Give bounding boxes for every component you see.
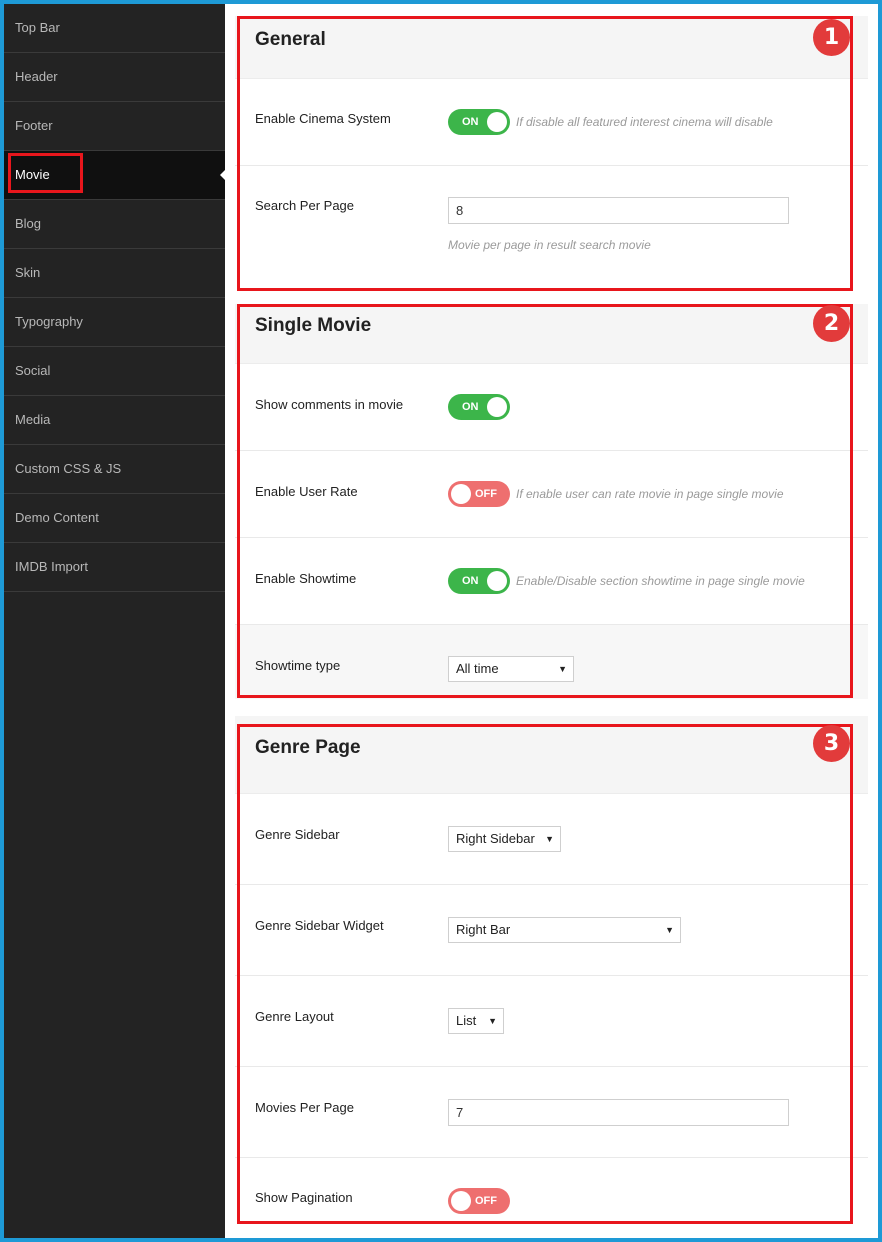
toggle-state: OFF bbox=[475, 1195, 497, 1207]
dropdown-arrow-icon: ▼ bbox=[558, 664, 567, 674]
setting-row-movies-per-page: Movies Per Page 7 bbox=[235, 1067, 868, 1158]
setting-row-genre-sidebar-widget: Genre Sidebar Widget Right Bar ▼ bbox=[235, 885, 868, 976]
section-general: General Enable Cinema System ON If disab… bbox=[235, 16, 868, 288]
annotation-badge-2: 2 bbox=[813, 305, 850, 342]
showtime-type-select[interactable]: All time ▼ bbox=[448, 656, 574, 682]
select-value: Right Sidebar bbox=[456, 831, 535, 846]
section-genre-page: Genre Page Genre Sidebar Right Sidebar ▼… bbox=[235, 716, 868, 1228]
dropdown-arrow-icon: ▼ bbox=[545, 834, 554, 844]
select-value: Right Bar bbox=[456, 922, 511, 937]
select-value: List bbox=[456, 1013, 477, 1028]
toggle-state: ON bbox=[462, 401, 479, 413]
genre-layout-select[interactable]: List ▼ bbox=[448, 1008, 504, 1034]
setting-hint: If enable user can rate movie in page si… bbox=[516, 487, 784, 501]
setting-label: Enable Cinema System bbox=[255, 111, 391, 126]
sidebar-item-label: Custom CSS & JS bbox=[15, 461, 122, 476]
sidebar-item-social[interactable]: Social bbox=[4, 347, 225, 396]
sidebar-item-label: Footer bbox=[15, 118, 53, 133]
sidebar-item-blog[interactable]: Blog bbox=[4, 200, 225, 249]
toggle-state: OFF bbox=[475, 488, 497, 500]
setting-row-search-per-page: Search Per Page 8 Movie per page in resu… bbox=[235, 166, 868, 288]
toggle-knob bbox=[487, 571, 507, 591]
genre-sidebar-select[interactable]: Right Sidebar ▼ bbox=[448, 826, 561, 852]
section-single-movie: Single Movie Show comments in movie ON E… bbox=[235, 304, 868, 699]
sidebar-item-label: Header bbox=[15, 69, 58, 84]
setting-label: Show Pagination bbox=[255, 1190, 353, 1205]
setting-label: Showtime type bbox=[255, 658, 341, 673]
genre-sidebar-widget-select[interactable]: Right Bar ▼ bbox=[448, 917, 681, 943]
toggle-state: ON bbox=[462, 575, 479, 587]
options-sidebar: Top Bar Header Footer Movie Blog Skin Ty… bbox=[4, 4, 225, 1238]
showtime-toggle[interactable]: ON bbox=[448, 568, 510, 594]
sidebar-item-label: IMDB Import bbox=[15, 559, 88, 574]
setting-label: Genre Sidebar bbox=[255, 827, 340, 842]
select-value: All time bbox=[456, 661, 499, 676]
sidebar-item-footer[interactable]: Footer bbox=[4, 102, 225, 151]
setting-hint: Movie per page in result search movie bbox=[448, 238, 651, 252]
search-per-page-input[interactable]: 8 bbox=[448, 197, 789, 224]
setting-hint: Enable/Disable section showtime in page … bbox=[516, 574, 805, 588]
app-frame: Top Bar Header Footer Movie Blog Skin Ty… bbox=[4, 4, 878, 1238]
section-title: General bbox=[235, 16, 868, 79]
sidebar-item-typography[interactable]: Typography bbox=[4, 298, 225, 347]
show-pagination-toggle[interactable]: OFF bbox=[448, 1188, 510, 1214]
sidebar-item-header[interactable]: Header bbox=[4, 53, 225, 102]
toggle-knob bbox=[451, 1191, 471, 1211]
user-rate-toggle[interactable]: OFF bbox=[448, 481, 510, 507]
setting-label: Enable User Rate bbox=[255, 484, 358, 499]
setting-row-enable-cinema: Enable Cinema System ON If disable all f… bbox=[235, 79, 868, 166]
setting-row-user-rate: Enable User Rate OFF If enable user can … bbox=[235, 451, 868, 538]
dropdown-arrow-icon: ▼ bbox=[665, 925, 674, 935]
setting-label: Genre Sidebar Widget bbox=[255, 918, 384, 933]
movie-highlight-box bbox=[8, 153, 83, 193]
setting-label: Movies Per Page bbox=[255, 1100, 354, 1115]
sidebar-item-demo-content[interactable]: Demo Content bbox=[4, 494, 225, 543]
sidebar-item-label: Social bbox=[15, 363, 51, 378]
toggle-knob bbox=[451, 484, 471, 504]
show-comments-toggle[interactable]: ON bbox=[448, 394, 510, 420]
annotation-badge-1: 1 bbox=[813, 19, 850, 56]
setting-label: Search Per Page bbox=[255, 198, 355, 213]
sidebar-item-label: Skin bbox=[15, 265, 41, 280]
sidebar-item-movie[interactable]: Movie bbox=[4, 151, 225, 200]
sidebar-item-imdb-import[interactable]: IMDB Import bbox=[4, 543, 225, 592]
setting-label: Genre Layout bbox=[255, 1009, 334, 1024]
sidebar-item-media[interactable]: Media bbox=[4, 396, 225, 445]
sidebar-item-label: Media bbox=[15, 412, 51, 427]
sidebar-item-label: Typography bbox=[15, 314, 83, 329]
options-content: General Enable Cinema System ON If disab… bbox=[225, 4, 878, 1238]
sidebar-item-label: Blog bbox=[15, 216, 42, 231]
setting-row-showtime-type: Showtime type All time ▼ bbox=[235, 625, 868, 699]
setting-row-genre-sidebar: Genre Sidebar Right Sidebar ▼ bbox=[235, 794, 868, 885]
sidebar-item-label: Demo Content bbox=[15, 510, 99, 525]
section-title: Single Movie bbox=[235, 304, 868, 364]
sidebar-item-top-bar[interactable]: Top Bar bbox=[4, 4, 225, 53]
sidebar-item-custom-css-js[interactable]: Custom CSS & JS bbox=[4, 445, 225, 494]
sidebar-item-label: Top Bar bbox=[15, 20, 60, 35]
setting-row-showtime: Enable Showtime ON Enable/Disable sectio… bbox=[235, 538, 868, 625]
annotation-badge-3: 3 bbox=[813, 725, 850, 762]
toggle-state: ON bbox=[462, 116, 479, 128]
setting-hint: If disable all featured interest cinema … bbox=[516, 115, 773, 129]
setting-row-show-comments: Show comments in movie ON bbox=[235, 364, 868, 451]
section-title: Genre Page bbox=[235, 716, 868, 794]
enable-cinema-toggle[interactable]: ON bbox=[448, 109, 510, 135]
movies-per-page-input[interactable]: 7 bbox=[448, 1099, 789, 1126]
toggle-knob bbox=[487, 112, 507, 132]
toggle-knob bbox=[487, 397, 507, 417]
dropdown-arrow-icon: ▼ bbox=[488, 1016, 497, 1026]
setting-row-show-pagination: Show Pagination OFF bbox=[235, 1158, 868, 1228]
setting-label: Show comments in movie bbox=[255, 397, 404, 412]
setting-label: Enable Showtime bbox=[255, 571, 357, 586]
setting-row-genre-layout: Genre Layout List ▼ bbox=[235, 976, 868, 1067]
sidebar-item-skin[interactable]: Skin bbox=[4, 249, 225, 298]
